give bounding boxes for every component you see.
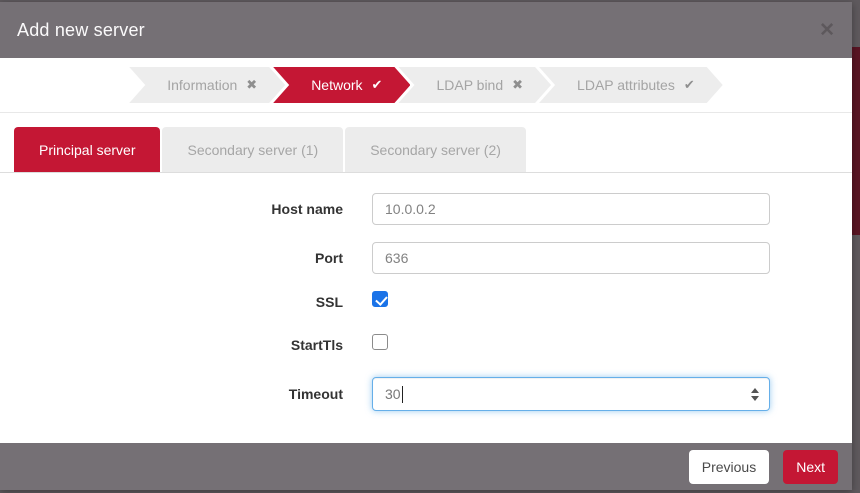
wizard-step-label: LDAP bind (436, 77, 503, 93)
check-icon: ✔ (684, 77, 695, 93)
port-label: Port (0, 250, 343, 266)
add-server-modal: Add new server ✕ Information ✖ Network ✔… (0, 2, 852, 490)
cross-icon: ✖ (512, 77, 523, 93)
previous-button[interactable]: Previous (689, 450, 769, 484)
wizard-step-ldap-bind[interactable]: LDAP bind ✖ (398, 67, 551, 103)
tab-secondary-server-1[interactable]: Secondary server (1) (162, 127, 343, 172)
ssl-checkbox[interactable] (372, 291, 388, 307)
modal-header: Add new server ✕ (0, 2, 852, 58)
tab-label: Secondary server (1) (187, 142, 318, 158)
timeout-input[interactable]: 30 (372, 377, 770, 411)
host-name-input-col (372, 193, 770, 225)
modal-footer: Previous Next (0, 443, 852, 490)
host-name-label: Host name (0, 201, 343, 217)
tab-label: Secondary server (2) (370, 142, 501, 158)
port-input-col (372, 242, 770, 274)
wizard-step-label: LDAP attributes (577, 77, 675, 93)
port-row: Port (0, 242, 852, 274)
close-icon[interactable]: ✕ (819, 21, 835, 40)
modal-title: Add new server (17, 20, 145, 41)
ssl-input-col (372, 291, 388, 312)
timeout-input-col: 30 (372, 377, 770, 411)
next-button[interactable]: Next (783, 450, 838, 484)
host-name-row: Host name (0, 193, 852, 225)
tab-principal-server[interactable]: Principal server (14, 127, 160, 172)
page-backdrop-strip (852, 47, 860, 235)
tab-secondary-server-2[interactable]: Secondary server (2) (345, 127, 526, 172)
wizard-step-label: Information (167, 77, 237, 93)
ssl-label: SSL (0, 294, 343, 310)
wizard-step-label: Network (311, 77, 362, 93)
host-name-input[interactable] (372, 193, 770, 225)
starttls-input-col (372, 334, 388, 355)
spinner-down-icon[interactable] (751, 396, 759, 401)
timeout-value: 30 (385, 386, 401, 402)
spinner-up-icon[interactable] (751, 388, 759, 393)
number-spinner[interactable] (751, 378, 759, 410)
wizard-step-ldap-attributes[interactable]: LDAP attributes ✔ (539, 67, 723, 103)
starttls-checkbox[interactable] (372, 334, 388, 350)
wizard-step-information[interactable]: Information ✖ (129, 67, 285, 103)
timeout-label: Timeout (0, 386, 343, 402)
text-caret (402, 386, 403, 403)
server-tab-bar: Principal server Secondary server (1) Se… (0, 113, 852, 173)
network-form: Host name Port SSL StartTls Timeout (0, 173, 852, 443)
starttls-row: StartTls (0, 334, 852, 355)
port-input[interactable] (372, 242, 770, 274)
cross-icon: ✖ (246, 77, 257, 93)
check-icon: ✔ (372, 77, 383, 93)
timeout-row: Timeout 30 (0, 377, 852, 411)
tab-label: Principal server (39, 142, 135, 158)
wizard-step-network[interactable]: Network ✔ (273, 67, 410, 103)
starttls-label: StartTls (0, 337, 343, 353)
wizard-steps: Information ✖ Network ✔ LDAP bind ✖ LDAP… (0, 58, 852, 113)
ssl-row: SSL (0, 291, 852, 312)
